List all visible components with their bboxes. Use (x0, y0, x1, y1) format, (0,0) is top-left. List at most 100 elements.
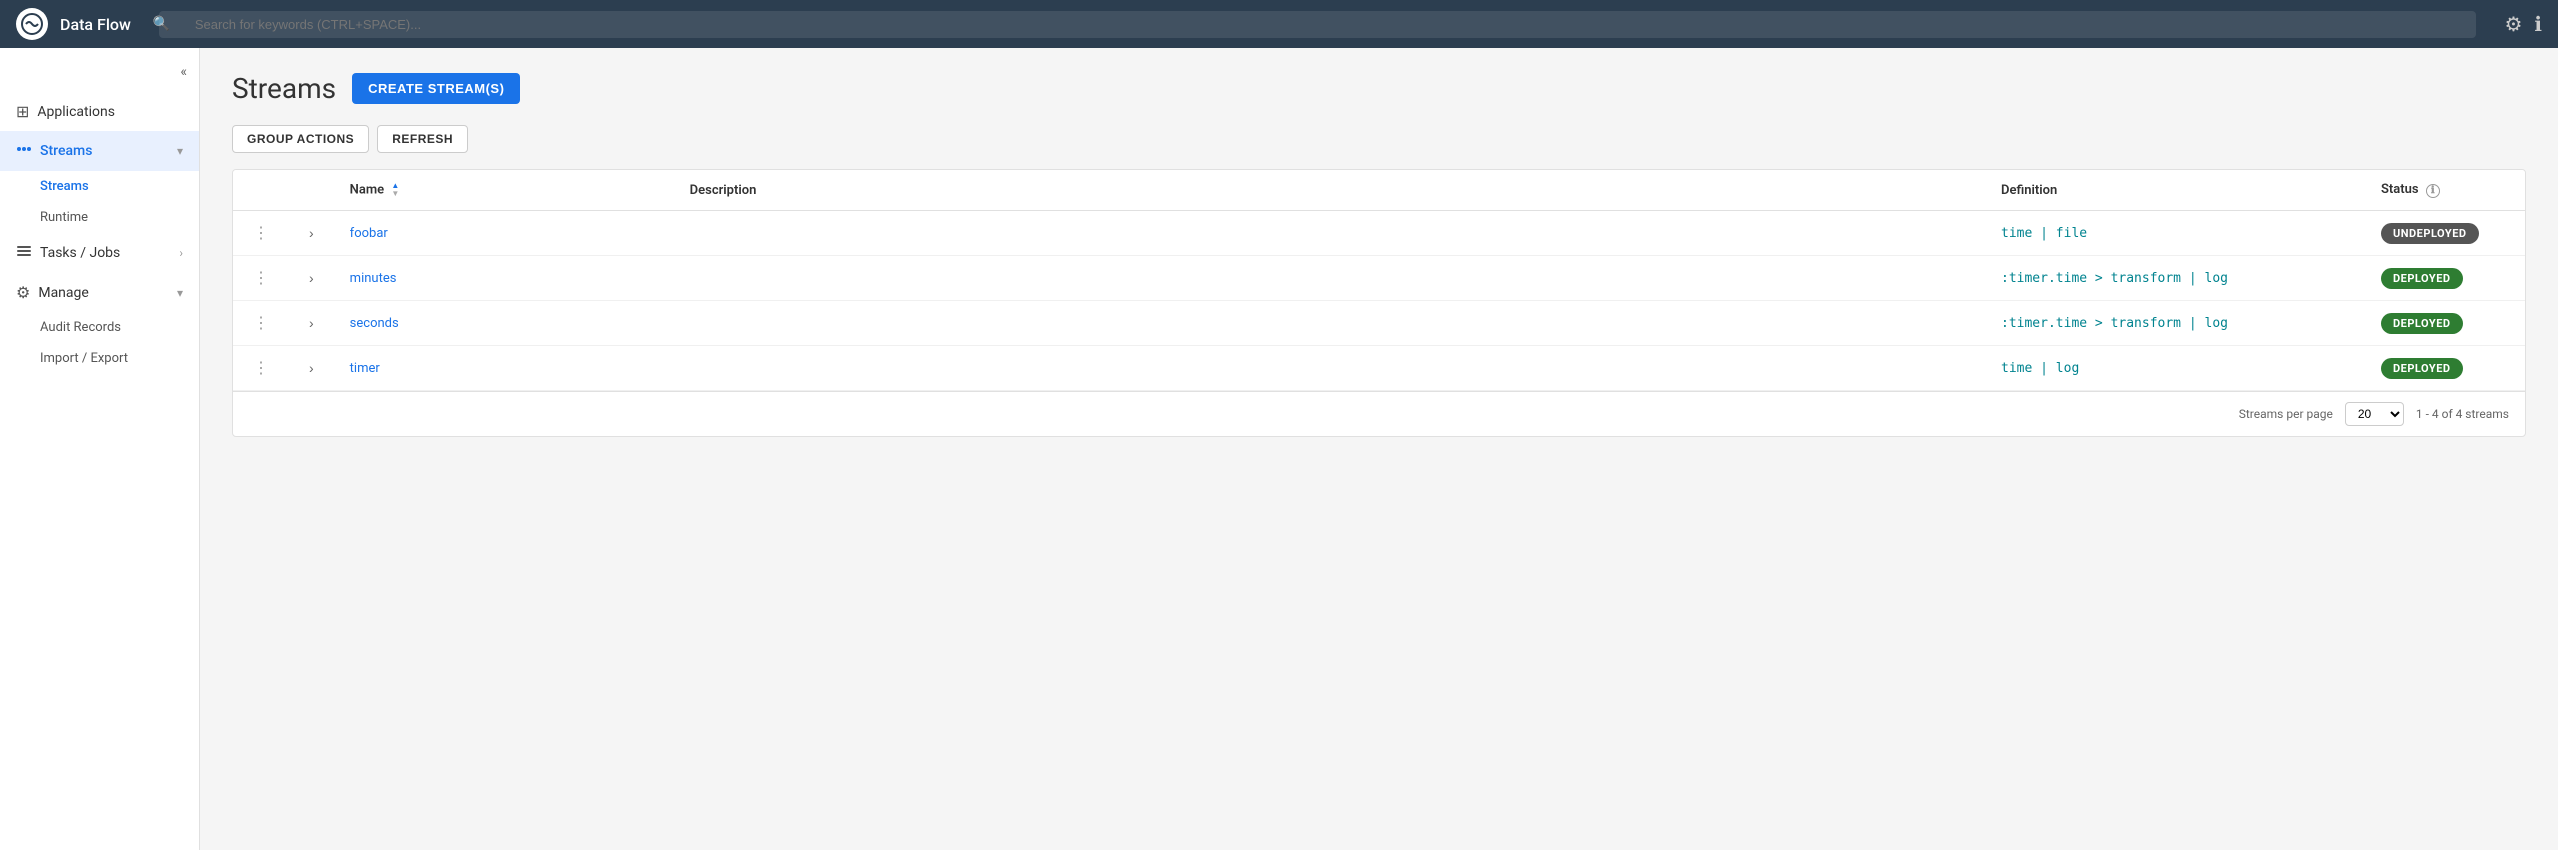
sidebar-item-streams[interactable]: Streams ▾ (0, 131, 199, 171)
sidebar-item-runtime[interactable]: Runtime (0, 202, 199, 233)
sidebar-item-import-export[interactable]: Import / Export (0, 343, 199, 374)
table-row: ⋮ › foobar time | file UNDEPLOYED (233, 211, 2525, 256)
sidebar-audit-label: Audit Records (40, 320, 121, 335)
row-name-cell: seconds (334, 301, 674, 346)
topbar: Data Flow 🔍 ⚙ ℹ (0, 0, 2558, 48)
definition-text: time | file (2001, 226, 2087, 241)
row-description-cell (674, 346, 1985, 391)
streams-table-container: Name ▲ ▼ Description Definition (232, 169, 2526, 437)
row-expand-button[interactable]: › (305, 313, 318, 333)
main-content: Streams CREATE STREAM(S) GROUP ACTIONS R… (200, 48, 2558, 850)
row-actions-cell: ⋮ (233, 301, 289, 346)
sidebar-item-tasks[interactable]: Tasks / Jobs › (0, 233, 199, 273)
name-sort-icons: ▲ ▼ (391, 182, 399, 198)
sidebar-collapse-button[interactable]: « (0, 56, 199, 88)
row-expand-cell: › (289, 301, 334, 346)
manage-icon: ⚙ (16, 283, 30, 302)
per-page-select[interactable]: 20 50 100 (2345, 402, 2404, 426)
sidebar-streams-sub-label: Streams (40, 179, 89, 194)
row-actions-button[interactable]: ⋮ (249, 356, 273, 380)
info-icon[interactable]: ℹ (2534, 12, 2542, 37)
stream-name-link[interactable]: foobar (350, 226, 388, 241)
col-header-definition: Definition (1985, 170, 2365, 211)
col-header-expand (289, 170, 334, 211)
page-title: Streams (232, 72, 336, 105)
col-header-name[interactable]: Name ▲ ▼ (334, 170, 674, 211)
sidebar-import-export-label: Import / Export (40, 351, 128, 366)
row-expand-cell: › (289, 346, 334, 391)
status-info-icon[interactable]: ℹ (2426, 184, 2440, 198)
sidebar-manage-label: Manage (38, 285, 169, 301)
row-actions-button[interactable]: ⋮ (249, 311, 273, 335)
row-description-cell (674, 211, 1985, 256)
row-expand-button[interactable]: › (305, 268, 318, 288)
sidebar: « ⊞ Applications Streams ▾ Streams (0, 48, 200, 850)
row-status-cell: DEPLOYED (2365, 301, 2525, 346)
definition-text: :timer.time > transform | log (2001, 271, 2228, 286)
stream-name-link[interactable]: minutes (350, 271, 397, 286)
table-row: ⋮ › minutes :timer.time > transform | lo… (233, 256, 2525, 301)
manage-arrow-icon: ▾ (177, 286, 183, 300)
row-expand-cell: › (289, 256, 334, 301)
sidebar-section-main: ⊞ Applications Streams ▾ Streams Runtime (0, 88, 199, 378)
sidebar-item-streams-sub[interactable]: Streams (0, 171, 199, 202)
pagination-info: 1 - 4 of 4 streams (2416, 407, 2509, 421)
row-description-cell (674, 256, 1985, 301)
row-name-cell: foobar (334, 211, 674, 256)
row-definition-cell: time | file (1985, 211, 2365, 256)
page-header: Streams CREATE STREAM(S) (232, 72, 2526, 105)
table-body: ⋮ › foobar time | file UNDEPLOYED ⋮ › mi… (233, 211, 2525, 391)
row-actions-button[interactable]: ⋮ (249, 221, 273, 245)
col-header-status: Status ℹ (2365, 170, 2525, 211)
app-title: Data Flow (60, 15, 131, 34)
refresh-button[interactable]: REFRESH (377, 125, 468, 153)
sidebar-item-applications[interactable]: ⊞ Applications (0, 92, 199, 131)
app-logo (16, 8, 48, 40)
definition-text: :timer.time > transform | log (2001, 316, 2228, 331)
search-wrap: 🔍 (143, 11, 2493, 38)
sort-desc-icon: ▼ (391, 190, 399, 198)
sidebar-item-manage[interactable]: ⚙ Manage ▾ (0, 273, 199, 312)
applications-icon: ⊞ (16, 102, 29, 121)
search-icon: 🔍 (153, 16, 170, 32)
row-expand-button[interactable]: › (305, 358, 318, 378)
row-name-cell: minutes (334, 256, 674, 301)
settings-icon[interactable]: ⚙ (2504, 12, 2522, 37)
sidebar-item-audit-records[interactable]: Audit Records (0, 312, 199, 343)
row-expand-button[interactable]: › (305, 223, 318, 243)
row-status-cell: UNDEPLOYED (2365, 211, 2525, 256)
definition-text: time | log (2001, 361, 2079, 376)
status-badge: DEPLOYED (2381, 313, 2463, 334)
row-expand-cell: › (289, 211, 334, 256)
sidebar-streams-label: Streams (40, 143, 169, 159)
topbar-actions: ⚙ ℹ (2504, 12, 2542, 37)
row-actions-cell: ⋮ (233, 211, 289, 256)
search-input[interactable] (159, 11, 2477, 38)
streams-icon (16, 141, 32, 161)
sidebar-tasks-label: Tasks / Jobs (40, 245, 171, 261)
row-description-cell (674, 301, 1985, 346)
row-definition-cell: :timer.time > transform | log (1985, 256, 2365, 301)
toolbar: GROUP ACTIONS REFRESH (232, 125, 2526, 153)
stream-name-link[interactable]: timer (350, 361, 380, 376)
table-row: ⋮ › seconds :timer.time > transform | lo… (233, 301, 2525, 346)
col-header-description: Description (674, 170, 1985, 211)
table-row: ⋮ › timer time | log DEPLOYED (233, 346, 2525, 391)
row-actions-button[interactable]: ⋮ (249, 266, 273, 290)
create-streams-button[interactable]: CREATE STREAM(S) (352, 73, 520, 104)
row-actions-cell: ⋮ (233, 346, 289, 391)
layout: « ⊞ Applications Streams ▾ Streams (0, 48, 2558, 850)
sidebar-runtime-label: Runtime (40, 210, 88, 225)
tasks-arrow-icon: › (179, 246, 183, 260)
status-badge: DEPLOYED (2381, 358, 2463, 379)
group-actions-button[interactable]: GROUP ACTIONS (232, 125, 369, 153)
status-badge: DEPLOYED (2381, 268, 2463, 289)
stream-name-link[interactable]: seconds (350, 316, 399, 331)
row-definition-cell: :timer.time > transform | log (1985, 301, 2365, 346)
status-badge: UNDEPLOYED (2381, 223, 2479, 244)
row-definition-cell: time | log (1985, 346, 2365, 391)
row-actions-cell: ⋮ (233, 256, 289, 301)
row-name-cell: timer (334, 346, 674, 391)
per-page-label: Streams per page (2239, 407, 2333, 421)
row-status-cell: DEPLOYED (2365, 256, 2525, 301)
